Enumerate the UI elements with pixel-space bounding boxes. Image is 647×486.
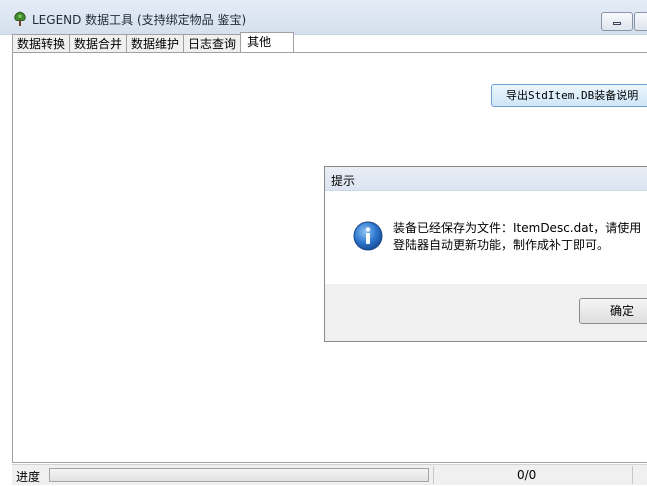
tab-log-query[interactable]: 日志查询 bbox=[183, 34, 242, 53]
message-dialog: 提示 装备已经保存为文件：ItemDesc.dat，请使用 登陆器自动更新功能，… bbox=[324, 166, 647, 342]
ok-button[interactable]: 确定 bbox=[579, 298, 647, 324]
dialog-title-bar: 提示 bbox=[325, 167, 647, 191]
maximize-button[interactable] bbox=[634, 12, 647, 31]
status-bar: 进度 0/0 bbox=[12, 464, 647, 485]
progress-count: 0/0 bbox=[517, 468, 537, 482]
tab-data-maintenance[interactable]: 数据维护 bbox=[126, 34, 185, 53]
tab-other[interactable]: 其他 bbox=[240, 32, 295, 53]
dialog-message-line2: 登陆器自动更新功能，制作成补丁即可。 bbox=[393, 238, 610, 252]
export-stditem-button[interactable]: 导出StdItem.DB装备说明 bbox=[491, 84, 647, 107]
dialog-message: 装备已经保存为文件：ItemDesc.dat，请使用 登陆器自动更新功能，制作成… bbox=[393, 220, 641, 254]
tab-data-convert[interactable]: 数据转换 bbox=[12, 34, 71, 53]
tab-data-merge[interactable]: 数据合并 bbox=[69, 34, 128, 53]
info-icon bbox=[353, 221, 383, 251]
progress-label: 进度 bbox=[16, 470, 41, 484]
title-bar: LEGEND 数据工具 (支持绑定物品 鉴宝) bbox=[0, 0, 647, 35]
minimize-icon bbox=[613, 22, 621, 25]
tab-strip: 数据转换 数据合并 数据维护 日志查询 其他 bbox=[12, 32, 295, 53]
tree-app-icon bbox=[14, 11, 26, 26]
dialog-message-line1: 装备已经保存为文件：ItemDesc.dat，请使用 bbox=[393, 221, 642, 235]
app-window: LEGEND 数据工具 (支持绑定物品 鉴宝) 数据转换 数据合并 数据维护 日… bbox=[0, 0, 647, 486]
status-divider bbox=[632, 466, 633, 484]
minimize-button[interactable] bbox=[601, 12, 633, 31]
dialog-title: 提示 bbox=[331, 174, 356, 188]
window-title: LEGEND 数据工具 (支持绑定物品 鉴宝) bbox=[32, 13, 247, 27]
progress-bar bbox=[49, 468, 429, 482]
dialog-footer: 确定 bbox=[325, 284, 647, 341]
status-divider bbox=[433, 466, 434, 484]
